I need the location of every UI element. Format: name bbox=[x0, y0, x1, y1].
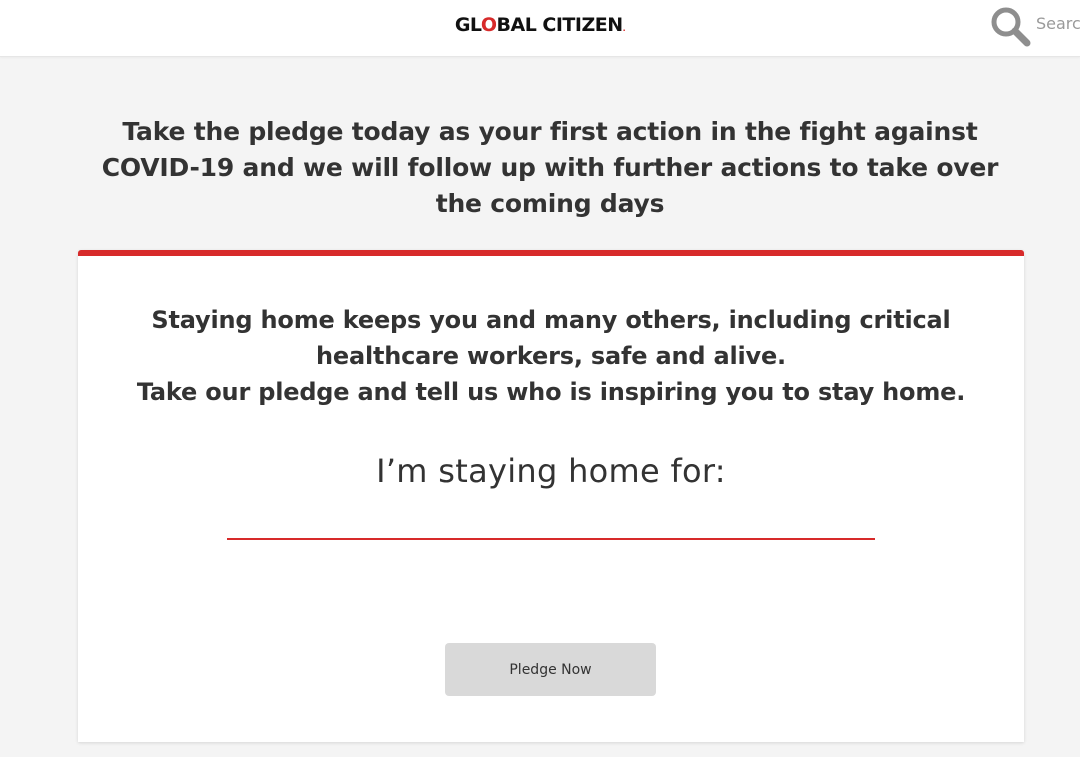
logo-dot: . bbox=[622, 24, 626, 33]
pledge-card-message: Staying home keeps you and many others, … bbox=[78, 302, 1024, 410]
logo-text-start: GL bbox=[454, 14, 482, 36]
logo-accent-letter: O bbox=[480, 14, 497, 36]
pledge-now-button[interactable]: Pledge Now bbox=[445, 643, 656, 696]
staying-home-for-input[interactable] bbox=[227, 502, 875, 540]
message-line-1: Staying home keeps you and many others, … bbox=[151, 306, 951, 334]
top-navigation-bar: GLOBAL CITIZEN. bbox=[0, 0, 1080, 57]
global-citizen-logo[interactable]: GLOBAL CITIZEN. bbox=[0, 14, 1080, 36]
pledge-card: Staying home keeps you and many others, … bbox=[78, 250, 1024, 742]
search-box[interactable] bbox=[988, 4, 1080, 48]
search-input[interactable] bbox=[1036, 14, 1080, 33]
message-line-3: Take our pledge and tell us who is inspi… bbox=[136, 378, 966, 406]
logo-text-end: BAL CITIZEN bbox=[496, 14, 624, 36]
search-icon[interactable] bbox=[988, 4, 1032, 48]
pledge-prompt-label: I’m staying home for: bbox=[376, 452, 726, 490]
message-line-2: healthcare workers, safe and alive. bbox=[316, 342, 786, 370]
pledge-intro-heading: Take the pledge today as your first acti… bbox=[101, 117, 999, 218]
